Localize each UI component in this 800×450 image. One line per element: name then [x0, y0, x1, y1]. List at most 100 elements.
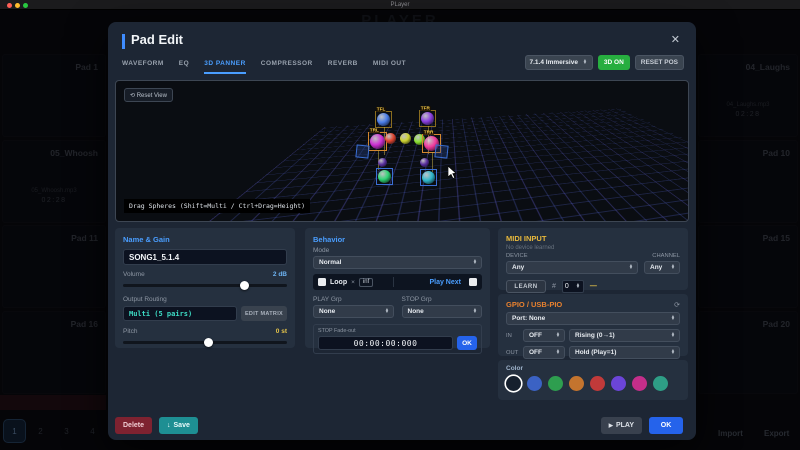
stepper-arrows-icon — [556, 350, 560, 355]
panner-3d-viewport[interactable]: ⟲ Reset View Drag Spheres (Shift=Multi /… — [115, 80, 689, 222]
speaker-rear-left[interactable] — [376, 168, 393, 185]
speaker-side-right[interactable] — [435, 145, 448, 158]
gpio-out-label: OUT — [506, 350, 519, 356]
speaker-top-front-right[interactable]: TFR — [419, 110, 436, 127]
play-button[interactable]: ▶ PLAY — [601, 417, 642, 434]
play-grp-select[interactable]: None — [313, 305, 394, 318]
save-button[interactable]: ↓ Save — [159, 417, 198, 434]
color-swatch-1[interactable] — [527, 376, 542, 391]
note-number-value: 0 — [565, 283, 569, 290]
color-swatch-4[interactable] — [590, 376, 605, 391]
loop-checkbox[interactable] — [318, 278, 326, 286]
tab-bar: WAVEFORM EQ 3D PANNER COMPRESSOR REVERB MIDI … — [122, 60, 406, 74]
routing-value[interactable]: Multi (5 pairs) — [123, 306, 237, 321]
mode-label: Mode — [313, 247, 482, 254]
close-icon[interactable]: ✕ — [671, 33, 680, 46]
pad-name-input[interactable]: SONG1_5.1.4 — [123, 249, 287, 265]
tab-midi-out[interactable]: MIDI OUT — [373, 60, 406, 74]
loop-count-field[interactable]: inf — [359, 278, 373, 287]
stepper-arrows-icon — [576, 284, 580, 289]
speaker-sphere — [378, 158, 387, 167]
speaker-layout-select[interactable]: 7.1.4 Immersive — [525, 55, 593, 70]
color-panel: Color — [498, 360, 688, 400]
gpio-out-state-select[interactable]: OFF — [523, 346, 565, 359]
color-swatch-7[interactable] — [653, 376, 668, 391]
screen: PLayer PLAYER Pad 105_Whoosh05_Whoosh.mp… — [0, 0, 800, 450]
color-swatch-3[interactable] — [569, 376, 584, 391]
speaker-sphere — [400, 133, 411, 144]
note-number-stepper[interactable]: 0 — [562, 280, 584, 293]
tab-eq[interactable]: EQ — [179, 60, 189, 74]
gpio-out-state-value: OFF — [529, 349, 542, 356]
fade-ok-button[interactable]: OK — [457, 336, 477, 350]
color-swatch-2[interactable] — [548, 376, 563, 391]
speaker-sub-left[interactable] — [378, 158, 387, 167]
gpio-in-edge-select[interactable]: Rising (0→1) — [569, 329, 680, 342]
tab-compressor[interactable]: COMPRESSOR — [261, 60, 313, 74]
channel-label: CHANNEL — [652, 253, 680, 259]
midi-channel-select[interactable]: Any — [644, 261, 680, 274]
gpio-in-state-value: OFF — [529, 332, 542, 339]
midi-input-header: MIDI INPUT — [506, 234, 680, 243]
color-swatch-6[interactable] — [632, 376, 647, 391]
speaker-top-front-left[interactable]: TFL — [375, 111, 392, 128]
fade-time-field[interactable]: 00:00:00:000 — [318, 336, 453, 350]
speaker-side-left[interactable] — [356, 145, 369, 158]
color-swatch-5[interactable] — [611, 376, 626, 391]
gpio-in-state-select[interactable]: OFF — [523, 329, 565, 342]
speaker-sub-right[interactable] — [420, 158, 429, 167]
ok-button[interactable]: OK — [649, 417, 683, 434]
stepper-arrows-icon — [473, 309, 477, 314]
stop-grp-select[interactable]: None — [402, 305, 483, 318]
midi-status: No device learned — [506, 245, 680, 251]
pitch-value: 0 st — [276, 328, 287, 335]
stepper-arrows-icon — [671, 265, 675, 270]
stepper-arrows-icon — [583, 60, 587, 65]
speaker-cube — [355, 144, 369, 158]
panner-toolbar: 7.1.4 Immersive 3D ON RESET POS — [525, 55, 684, 70]
pitch-slider-thumb[interactable] — [204, 338, 213, 347]
speaker-sphere — [385, 133, 396, 144]
stop-fade-label: STOP Fade-out — [318, 328, 461, 333]
loop-row: Loop × inf Play Next — [313, 274, 482, 290]
color-swatch-0[interactable] — [506, 376, 521, 391]
speaker-center[interactable] — [400, 133, 411, 144]
gpio-out-mode-select[interactable]: Hold (Play=1) — [569, 346, 680, 359]
gpio-header: GPIO / USB-PIO — [506, 300, 562, 309]
speaker-sphere — [378, 170, 391, 183]
title-accent-bar — [122, 34, 125, 49]
reset-view-button[interactable]: ⟲ Reset View — [124, 88, 173, 102]
speaker-sphere — [422, 171, 435, 184]
delete-button[interactable]: Delete — [115, 417, 152, 434]
mode-select[interactable]: Normal — [313, 256, 482, 269]
edit-matrix-button[interactable]: EDIT MATRIX — [241, 306, 287, 321]
mouse-cursor-icon — [448, 166, 457, 179]
gpio-port-select[interactable]: Port: None — [506, 312, 680, 325]
speaker-front-left[interactable] — [385, 133, 396, 144]
loop-label: Loop — [330, 279, 347, 286]
speaker-sphere — [377, 113, 390, 126]
speaker-rear-right[interactable] — [420, 169, 437, 186]
reset-pos-button[interactable]: RESET POS — [635, 55, 684, 70]
note-number-label: # — [552, 283, 556, 290]
threed-on-button[interactable]: 3D ON — [598, 55, 630, 70]
divider — [393, 277, 394, 287]
stepper-arrows-icon — [671, 333, 675, 338]
refresh-icon[interactable]: ⟳ — [674, 301, 680, 309]
play-label: PLAY — [616, 422, 634, 429]
midi-assignment: — — [590, 283, 597, 290]
volume-slider-thumb[interactable] — [240, 281, 249, 290]
tab-waveform[interactable]: WAVEFORM — [122, 60, 164, 74]
learn-button[interactable]: LEARN — [506, 280, 546, 293]
pad-edit-dialog: Pad Edit ✕ WAVEFORMEQ3D PANNERCOMPRESSOR… — [108, 22, 696, 440]
tab-3d-panner[interactable]: 3D PANNER — [204, 60, 246, 74]
tab-reverb[interactable]: REVERB — [328, 60, 358, 74]
midi-input-panel: MIDI INPUT No device learned DEVICE CHAN… — [498, 228, 688, 290]
color-header: Color — [506, 365, 680, 372]
volume-slider[interactable] — [123, 281, 287, 290]
midi-device-select[interactable]: Any — [506, 261, 638, 274]
pitch-label: Pitch — [123, 328, 137, 335]
play-next-checkbox[interactable] — [469, 278, 477, 286]
stop-grp-value: None — [408, 308, 424, 315]
pitch-slider[interactable] — [123, 338, 287, 347]
